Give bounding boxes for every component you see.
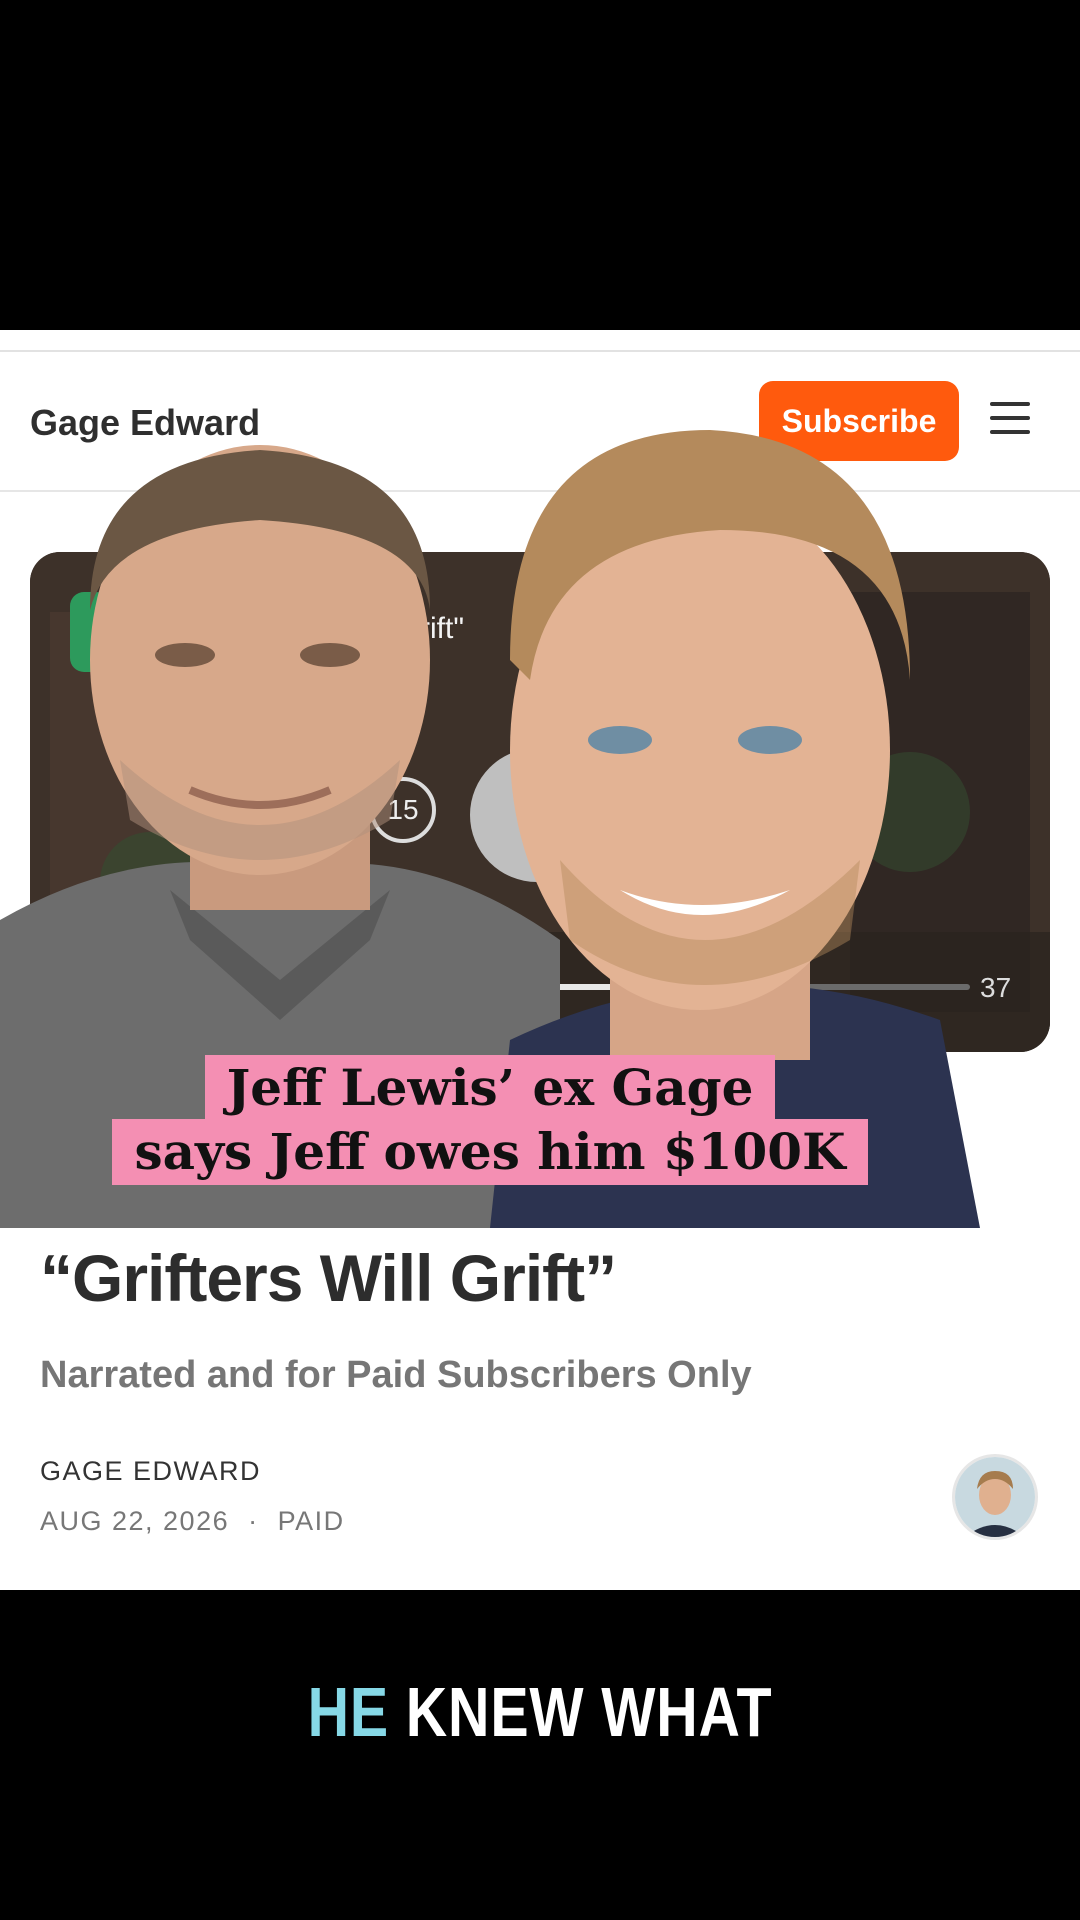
access-badge: PAID [277, 1506, 345, 1536]
post-title[interactable]: “Grifters Will Grift” [40, 1240, 617, 1316]
hamburger-menu-icon[interactable] [990, 402, 1030, 434]
video-caption: HE KNEW WHAT [97, 1672, 983, 1752]
photo-overlay: Jeff Lewis’ ex Gage says Jeff owes him $… [0, 420, 980, 1228]
video-caption-rest: KNEW WHAT [389, 1673, 773, 1751]
author-avatar[interactable] [952, 1454, 1038, 1540]
author-name[interactable]: GAGE EDWARD [40, 1456, 261, 1487]
article-page: Gage Edward Subscribe rift" 15 37 Jeff L… [0, 330, 1080, 1590]
headline-caption-line1: Jeff Lewis’ ex Gage [204, 1055, 776, 1121]
meta-separator: · [248, 1506, 259, 1536]
post-meta: AUG 22, 2026 · PAID [40, 1506, 345, 1537]
headline-caption: Jeff Lewis’ ex Gage says Jeff owes him $… [0, 1055, 980, 1185]
headline-caption-line2: says Jeff owes him $100K [112, 1119, 868, 1185]
time-remaining: 37 [980, 972, 1012, 1003]
post-date: AUG 22, 2026 [40, 1506, 230, 1536]
video-caption-highlight: HE [307, 1673, 390, 1751]
post-subtitle: Narrated and for Paid Subscribers Only [40, 1354, 752, 1396]
